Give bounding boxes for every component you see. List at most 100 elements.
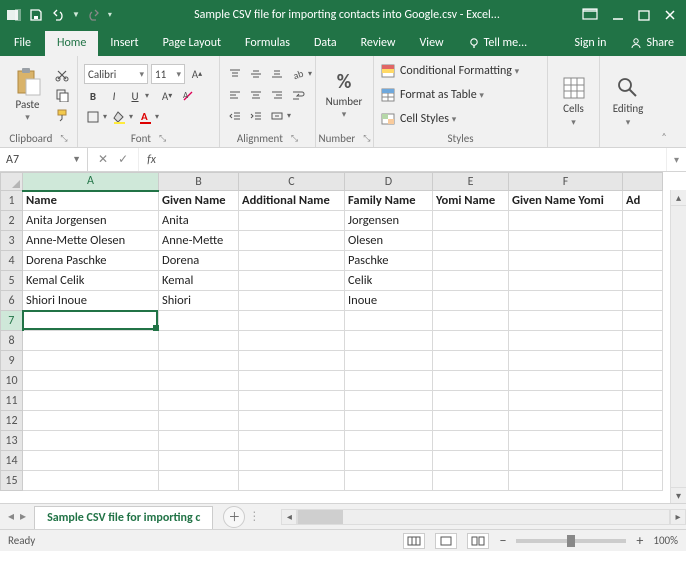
cell-B11[interactable] [159,391,239,411]
cell-F9[interactable] [509,351,623,371]
cell-E8[interactable] [433,331,509,351]
cell-D13[interactable] [345,431,433,451]
italic-button[interactable]: I [105,87,123,105]
cell-A14[interactable] [23,451,159,471]
new-sheet-button[interactable]: ＋ [223,506,245,528]
col-header-C[interactable]: C [239,173,345,191]
cell-B15[interactable] [159,471,239,491]
cell-Ad15[interactable] [623,471,663,491]
cell-C5[interactable] [239,271,345,291]
wrap-text-icon[interactable] [289,86,307,104]
cell-D6[interactable]: Inoue [345,291,433,311]
copy-icon[interactable] [53,86,71,104]
cell-C13[interactable] [239,431,345,451]
tab-tell-me[interactable]: Tell me... [456,31,540,56]
name-box[interactable]: A7▼ [0,148,88,171]
scroll-right-icon[interactable]: ▸ [670,509,686,525]
cell-A5[interactable]: Kemal Celik [23,271,159,291]
cell-A4[interactable]: Dorena Paschke [23,251,159,271]
close-icon[interactable] [664,9,676,21]
cell-D10[interactable] [345,371,433,391]
cell-C10[interactable] [239,371,345,391]
zoom-in-icon[interactable]: + [636,532,643,549]
row-header-13[interactable]: 13 [1,431,23,451]
cell-C7[interactable] [239,311,345,331]
maximize-icon[interactable] [638,9,650,21]
cell-B10[interactable] [159,371,239,391]
share-button[interactable]: Share [618,31,686,56]
zoom-thumb[interactable] [567,535,575,547]
cell-C14[interactable] [239,451,345,471]
cell-F14[interactable] [509,451,623,471]
merge-center-icon[interactable] [268,107,286,125]
col-header-Ad[interactable] [623,173,663,191]
cell-D11[interactable] [345,391,433,411]
col-header-E[interactable]: E [433,173,509,191]
cell-C15[interactable] [239,471,345,491]
cell-F6[interactable] [509,291,623,311]
cell-A8[interactable] [23,331,159,351]
cell-Ad9[interactable] [623,351,663,371]
tab-home[interactable]: Home [45,31,98,56]
cell-F1[interactable]: Given Name Yomi [509,191,623,211]
save-icon[interactable] [28,7,44,23]
cell-B2[interactable]: Anita [159,211,239,231]
ribbon-display-options-icon[interactable] [582,8,598,22]
cell-A1[interactable]: Name [23,191,159,211]
row-header-14[interactable]: 14 [1,451,23,471]
number-format-button[interactable]: % Number▾ [322,60,366,130]
undo-icon[interactable] [50,7,66,23]
cell-A12[interactable] [23,411,159,431]
vertical-scrollbar[interactable]: ▴ ▾ [670,190,686,503]
cell-E6[interactable] [433,291,509,311]
hscroll-thumb[interactable] [298,510,343,524]
enter-formula-icon[interactable]: ✓ [118,152,128,167]
increase-indent-icon[interactable] [247,107,265,125]
cell-A7[interactable] [23,311,159,331]
increase-font-icon[interactable]: A▴ [188,65,206,83]
decrease-indent-icon[interactable] [226,107,244,125]
cell-D14[interactable] [345,451,433,471]
cell-Ad14[interactable] [623,451,663,471]
cell-B4[interactable]: Dorena [159,251,239,271]
cell-Ad7[interactable] [623,311,663,331]
cell-Ad10[interactable] [623,371,663,391]
cell-E9[interactable] [433,351,509,371]
cell-A3[interactable]: Anne-Mette Olesen [23,231,159,251]
cell-C1[interactable]: Additional Name [239,191,345,211]
sheet-nav-next-icon[interactable]: ▸ [20,509,26,524]
cell-F5[interactable] [509,271,623,291]
cell-C8[interactable] [239,331,345,351]
col-header-D[interactable]: D [345,173,433,191]
scroll-down-icon[interactable]: ▾ [671,487,686,503]
number-launcher-icon[interactable]: ⤡ [363,133,370,144]
align-bottom-icon[interactable] [268,65,286,83]
sheet-tab-active[interactable]: Sample CSV file for importing c [34,506,213,529]
cell-B5[interactable]: Kemal [159,271,239,291]
cell-E13[interactable] [433,431,509,451]
cell-B6[interactable]: Shiori [159,291,239,311]
horizontal-scrollbar[interactable]: ◂ ▸ [281,509,686,525]
sheet-nav-prev-icon[interactable]: ◂ [8,509,14,524]
cell-F3[interactable] [509,231,623,251]
scroll-left-icon[interactable]: ◂ [281,509,297,525]
cell-C12[interactable] [239,411,345,431]
tab-formulas[interactable]: Formulas [233,31,302,56]
merge-dropdown-icon[interactable]: ▾ [287,111,291,121]
decrease-font-icon[interactable]: A▾ [158,87,176,105]
col-header-A[interactable]: A [23,173,159,191]
page-break-view-icon[interactable] [467,533,489,549]
cell-A13[interactable] [23,431,159,451]
cell-C9[interactable] [239,351,345,371]
cell-C6[interactable] [239,291,345,311]
normal-view-icon[interactable] [403,533,425,549]
cell-A11[interactable] [23,391,159,411]
fx-button[interactable]: fx [139,148,164,171]
align-center-icon[interactable] [247,86,265,104]
cell-E14[interactable] [433,451,509,471]
tab-data[interactable]: Data [302,31,349,56]
cell-A2[interactable]: Anita Jorgensen [23,211,159,231]
formula-input[interactable] [164,148,666,171]
redo-icon[interactable] [86,7,102,23]
clear-format-icon[interactable]: A [179,87,197,105]
